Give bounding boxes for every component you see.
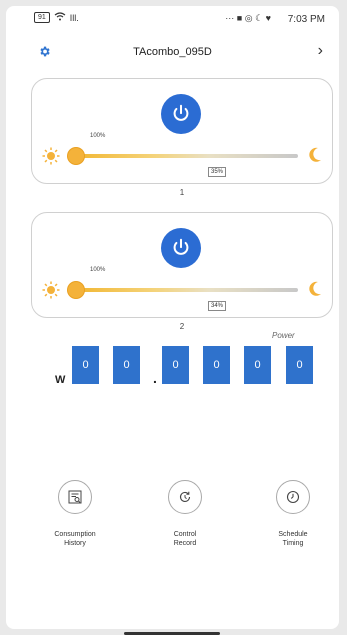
power-digit: 0: [72, 346, 99, 384]
brightness-value-2: 34%: [208, 301, 227, 311]
brightness-slider-handle-1[interactable]: [68, 148, 84, 164]
power-digit: 0: [113, 346, 140, 384]
power-icon: [173, 104, 189, 121]
channel-label-2: 2: [179, 322, 185, 331]
power-unit: W: [55, 374, 66, 386]
channel-label-1: 1: [179, 188, 185, 197]
status-left: 91 Ill.: [34, 12, 79, 23]
app-screen: 91 Ill. ··· ■ ◎ ☾ ♥ 7:03 PM TAcombo_095D…: [6, 6, 339, 635]
power-button-1[interactable]: [161, 94, 201, 134]
power-digit: 0: [286, 346, 313, 384]
control-record-button[interactable]: Control Record: [150, 480, 220, 548]
power-icon: [173, 238, 189, 255]
chevron-right-icon[interactable]: ›: [318, 42, 323, 60]
schedule-timing-button[interactable]: Schedule Timing: [258, 480, 328, 548]
channel-card-1: 100% 35%: [31, 78, 333, 184]
moon-icon: [308, 147, 322, 163]
sun-icon: [42, 281, 60, 299]
channel-card-2: 100% 34%: [31, 212, 333, 318]
consumption-history-label: Consumption History: [54, 531, 96, 547]
status-time: 7:03 PM: [287, 14, 325, 25]
consumption-history-icon: [58, 480, 92, 514]
battery-icon: 91: [34, 12, 50, 23]
power-digit: 0: [203, 346, 230, 384]
wifi-icon: [54, 12, 66, 23]
power-button-2[interactable]: [161, 228, 201, 268]
power-digit: 0: [244, 346, 271, 384]
status-notification-icons: ··· ■ ◎ ☾ ♥: [225, 13, 271, 23]
schedule-timing-label: Schedule Timing: [278, 531, 308, 547]
brightness-max-label: 100%: [90, 267, 106, 273]
app-header: TAcombo_095D ›: [6, 36, 339, 64]
status-bar: 91 Ill. ··· ■ ◎ ☾ ♥ 7:03 PM: [6, 6, 339, 32]
decimal-point: .: [153, 370, 157, 386]
refresh-icon: [168, 480, 202, 514]
power-digit: 0: [162, 346, 189, 384]
power-label: Power: [272, 331, 295, 340]
brightness-slider-handle-2[interactable]: [68, 282, 84, 298]
brightness-slider-track-2[interactable]: [76, 288, 298, 292]
control-record-label: Control Record: [173, 531, 197, 547]
sun-icon: [42, 147, 60, 165]
clock-icon: [276, 480, 310, 514]
brightness-value-1: 35%: [208, 167, 227, 177]
signal-icon: Ill.: [69, 12, 79, 23]
moon-icon: [308, 281, 322, 297]
page-title: TAcombo_095D: [133, 46, 212, 58]
consumption-history-button[interactable]: Consumption History: [40, 480, 110, 548]
brightness-slider-track-1[interactable]: [76, 154, 298, 158]
brightness-max-label: 100%: [90, 133, 106, 139]
